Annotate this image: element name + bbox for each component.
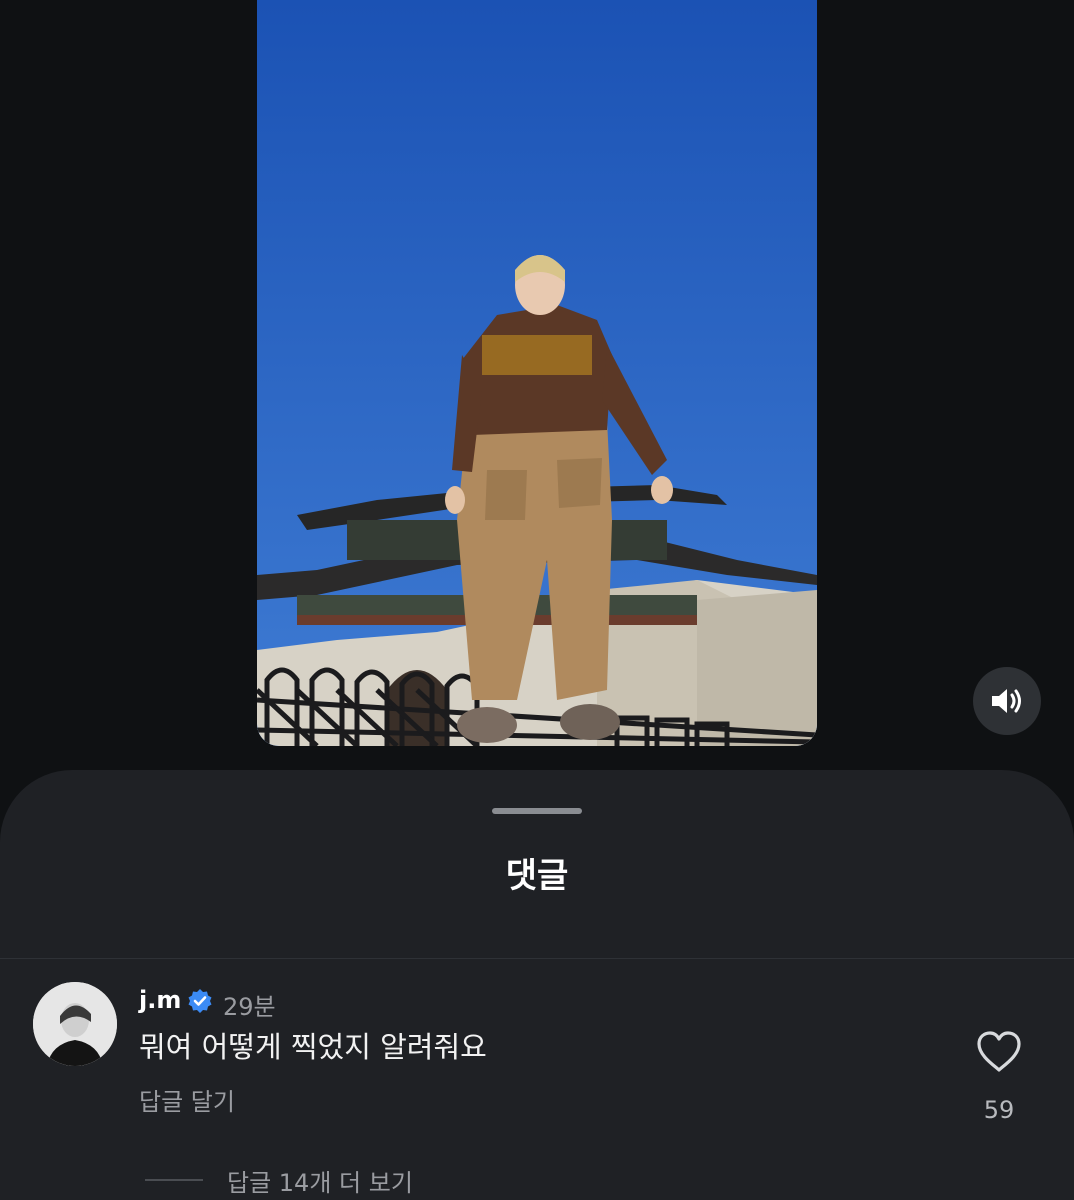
comment-text: 뭐여 어떻게 찍었지 알려줘요 [139,1030,487,1064]
video-frame [257,0,817,746]
verified-badge-icon [188,989,212,1013]
avatar-image [33,982,117,1066]
video-player[interactable] [257,0,817,746]
sheet-title: 댓글 [505,856,569,896]
app-screen: 댓글 j.m 29분 뭐여 어떻게 찍었지 알려줘요 답글 달기 59 답글 1… [0,0,1074,1200]
replies-line [145,1179,203,1181]
comments-sheet: 댓글 j.m 29분 뭐여 어떻게 찍었지 알려줘요 답글 달기 59 답글 1… [0,770,1074,1200]
speaker-on-icon [992,689,1021,713]
divider [0,958,1074,959]
comment-item: j.m 29분 뭐여 어떻게 찍었지 알려줘요 답글 달기 59 답글 14개 … [0,960,1074,1200]
view-more-replies-label: 답글 14개 더 보기 [227,1168,413,1197]
like-button[interactable] [975,1030,1023,1074]
comment-username[interactable]: j.m [139,986,181,1014]
view-more-replies-button[interactable]: 답글 14개 더 보기 [145,1164,413,1197]
reply-button[interactable]: 답글 달기 [139,1082,235,1117]
video-top-corner [257,0,817,22]
comment-timestamp: 29분 [223,993,276,1021]
heart-outline-icon [977,1031,1021,1072]
sound-toggle-button[interactable] [973,667,1041,735]
like-count: 59 [983,1096,1015,1124]
avatar[interactable] [33,982,117,1066]
sheet-drag-handle[interactable] [492,808,582,814]
